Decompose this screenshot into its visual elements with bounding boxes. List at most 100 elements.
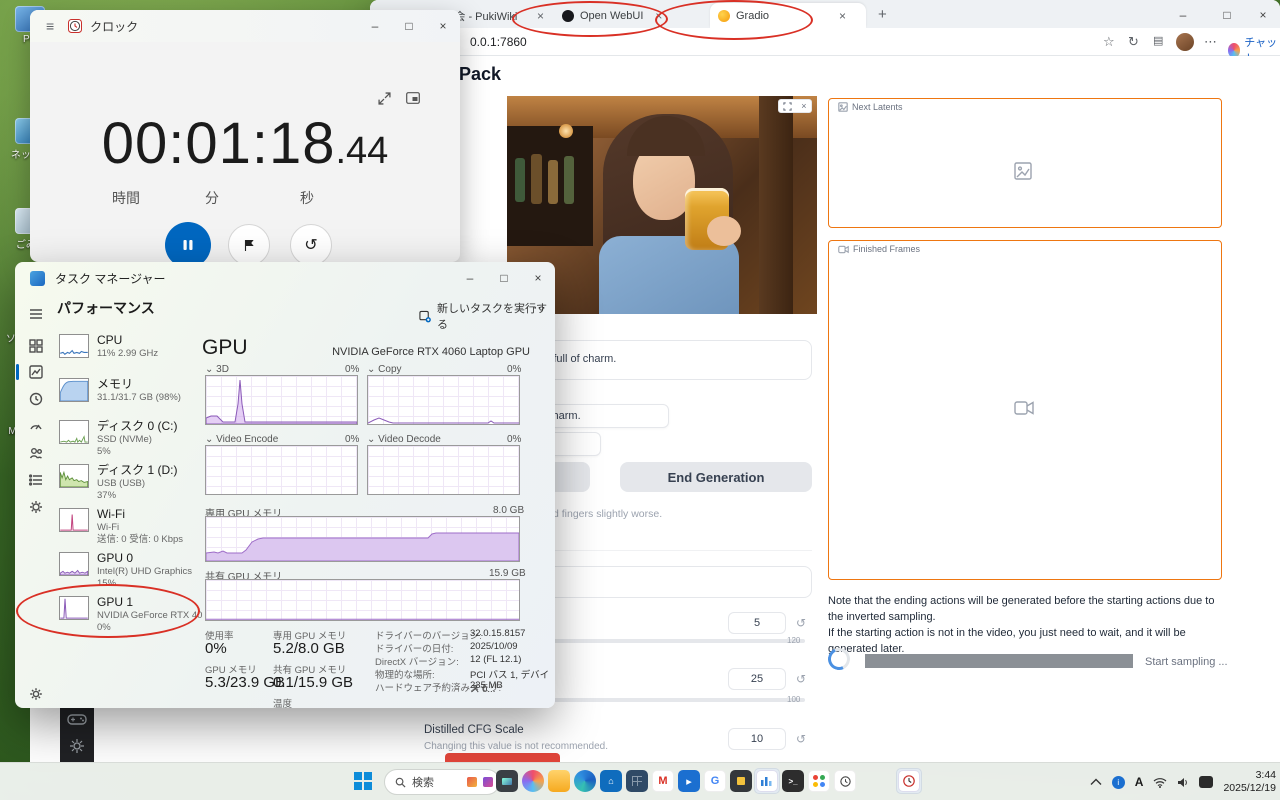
system-tray: i A 3:44 2025/12/19 (1090, 763, 1276, 800)
taskbar-clock[interactable]: 3:44 2025/12/19 (1223, 769, 1276, 795)
gpu-copy-label: ⌄ Copy (367, 364, 402, 375)
inverted-sampling-note: Note that the ending actions will be gen… (828, 594, 1228, 658)
tm-processes-icon[interactable] (28, 338, 44, 354)
tm-selected-indicator (16, 364, 19, 380)
gpu-vdec-value: 0% (507, 434, 521, 445)
sidebar-item-disk0[interactable]: ディスク 0 (C:)SSD (NVMe)5% (59, 420, 209, 458)
tray-chevron-icon[interactable] (1090, 778, 1102, 786)
steps-value-input[interactable]: 25 (728, 668, 786, 690)
taskbar-explorer-app[interactable] (546, 768, 572, 794)
gamepad-icon[interactable] (67, 712, 87, 726)
taskbar-google-app[interactable]: G (702, 768, 728, 794)
refresh-icon[interactable]: ↻ (1128, 34, 1139, 50)
address-bar[interactable]: 0.0.1:7860 (470, 35, 527, 49)
browser-close-button[interactable]: × (1246, 0, 1280, 30)
tm-maximize-button[interactable]: □ (487, 263, 521, 293)
sidebar-item-memory[interactable]: メモリ31.1/31.7 GB (98%) (59, 378, 209, 404)
background-app-rail (60, 700, 94, 762)
sidebar-item-gpu0[interactable]: GPU 0Intel(R) UHD Graphics15% (59, 552, 209, 590)
steps-reset-button[interactable]: ↺ (792, 670, 810, 688)
tm-minimize-button[interactable]: – (453, 263, 487, 293)
scene-bottle (548, 160, 558, 204)
run-task-icon (419, 310, 431, 323)
profile-avatar[interactable] (1176, 33, 1194, 51)
tm-close-button[interactable]: × (521, 263, 555, 293)
tm-users-icon[interactable] (28, 445, 44, 461)
tm-menu-icon[interactable] (28, 306, 44, 322)
taskbar-edge-app[interactable] (572, 768, 598, 794)
tm-more-button[interactable]: ⋯ (533, 300, 546, 316)
taskbar-alarms-app[interactable] (832, 768, 858, 794)
tm-settings-icon[interactable] (28, 686, 44, 702)
bottom-red-button[interactable] (445, 753, 560, 762)
browser-minimize-button[interactable]: – (1166, 0, 1200, 30)
taskbar-outlook-app[interactable]: ▸ (676, 768, 702, 794)
task-manager-app-icon (30, 271, 45, 286)
clear-image-icon[interactable]: × (801, 101, 806, 111)
tab-close-icon[interactable]: × (839, 9, 846, 23)
page-title: Pack (459, 64, 501, 85)
clock-maximize-button[interactable]: □ (392, 11, 426, 41)
onedrive-status-icon[interactable]: i (1112, 776, 1125, 789)
new-tab-button[interactable]: + (878, 7, 887, 22)
minutes-label: 分 (205, 188, 219, 208)
pause-icon (181, 238, 195, 252)
taskbar-palette-app[interactable] (806, 768, 832, 794)
taskbar-terminal-app[interactable]: >_ (780, 768, 806, 794)
shared-mem-value: 0.1/15.9 GB (273, 674, 353, 691)
tm-details-icon[interactable] (28, 472, 44, 488)
performance-page-title: パフォーマンス (57, 298, 155, 318)
progress-status: Start sampling ... (1145, 656, 1228, 668)
gpu-venc-label: ⌄ Video Encode (205, 434, 278, 445)
taskbar-task-manager-app[interactable] (754, 768, 780, 794)
pip-icon[interactable] (406, 92, 420, 104)
lap-flag-button[interactable] (228, 224, 270, 266)
taskbar-store-app[interactable]: ⌂ (598, 768, 624, 794)
finished-frames-label: Finished Frames (832, 243, 926, 255)
tm-performance-icon[interactable] (28, 364, 44, 380)
video-icon (838, 245, 849, 254)
settings-gear-icon[interactable] (69, 738, 85, 754)
sidebar-item-disk1[interactable]: ディスク 1 (D:)USB (USB)37% (59, 464, 209, 502)
collections-icon[interactable]: ▤ (1153, 34, 1163, 47)
scene-hand (707, 216, 741, 246)
sidebar-item-cpu[interactable]: CPU11% 2.99 GHz (59, 334, 209, 360)
cfg-value-input[interactable]: 10 (728, 728, 786, 750)
favorites-star-icon[interactable]: ☆ (1103, 34, 1115, 50)
taskbar-search[interactable]: 検索 (384, 769, 500, 795)
video-length-reset-button[interactable]: ↺ (792, 614, 810, 632)
gpu-venc-value: 0% (345, 434, 359, 445)
clock-minimize-button[interactable]: – (358, 11, 392, 41)
browser-maximize-button[interactable]: □ (1210, 0, 1244, 30)
reset-button[interactable]: ↺ (290, 224, 332, 266)
tm-history-icon[interactable] (28, 391, 44, 407)
clock-menu-icon[interactable]: ≡ (46, 19, 54, 33)
video-length-value-input[interactable]: 5 (728, 612, 786, 634)
image-placeholder-icon (1014, 162, 1032, 180)
expand-icon[interactable] (378, 92, 391, 105)
clock-close-button[interactable]: × (426, 11, 460, 41)
taskbar-photos-app[interactable] (494, 768, 520, 794)
browser-more-icon[interactable]: ⋯ (1204, 34, 1217, 50)
end-generation-button[interactable]: End Generation (620, 462, 812, 492)
next-latents-panel: Next Latents (828, 98, 1222, 228)
fullscreen-icon[interactable] (783, 102, 792, 111)
wifi-icon[interactable] (1153, 777, 1167, 788)
volume-icon[interactable] (1177, 777, 1189, 788)
gpu-3d-value: 0% (345, 364, 359, 375)
pen-touch-icon[interactable] (1199, 776, 1213, 788)
sidebar-item-wifi[interactable]: Wi-FiWi-Fi送信: 0 受信: 0 Kbps (59, 508, 209, 546)
tm-startup-icon[interactable] (28, 418, 44, 434)
cfg-reset-button[interactable]: ↺ (792, 730, 810, 748)
taskbar-notes-app[interactable] (728, 768, 754, 794)
taskbar-clock-app[interactable] (896, 768, 922, 794)
utilization-value: 0% (205, 640, 227, 657)
tm-services-icon[interactable] (28, 499, 44, 515)
shared-memory-chart (205, 579, 520, 621)
taskbar-gmail-app[interactable]: M (650, 768, 676, 794)
ime-indicator[interactable]: A (1135, 775, 1144, 789)
taskbar-calculator-app[interactable] (624, 768, 650, 794)
taskbar-copilot-app[interactable] (520, 768, 546, 794)
cfg-scale-label: Distilled CFG Scale (424, 724, 524, 736)
start-button[interactable] (350, 768, 376, 794)
